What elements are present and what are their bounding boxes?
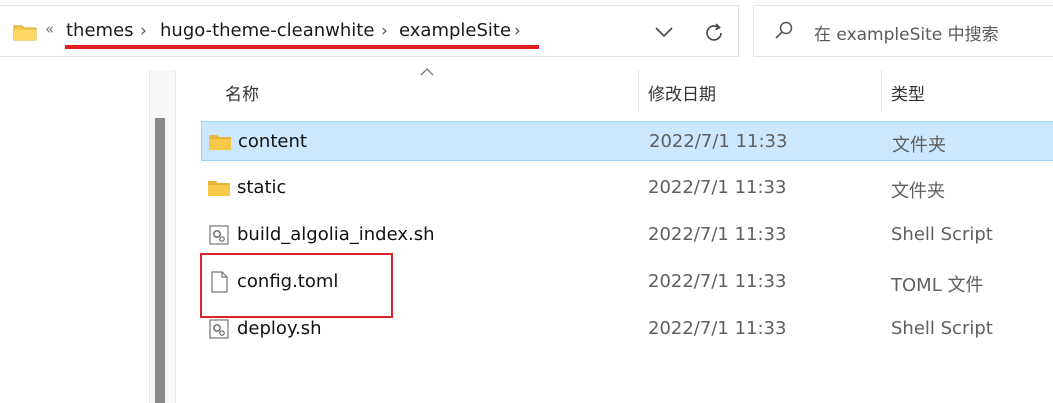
file-row-static[interactable]: static 2022/7/1 11:33 文件夹 <box>201 168 1053 208</box>
search-box[interactable]: 在 exampleSite 中搜索 <box>753 5 1053 57</box>
scrollbar-thumb[interactable] <box>155 118 165 403</box>
breadcrumb-separator-icon[interactable]: › <box>140 19 147 43</box>
breadcrumb-separator-icon[interactable]: › <box>381 19 388 43</box>
search-input[interactable]: 在 exampleSite 中搜索 <box>814 20 999 45</box>
breadcrumb-themes[interactable]: themes <box>66 19 134 43</box>
refresh-icon[interactable] <box>702 21 726 45</box>
document-file-icon <box>211 271 228 293</box>
breadcrumb-examplesite[interactable]: exampleSite <box>399 19 511 43</box>
file-row-build-algolia-index[interactable]: build_algolia_index.sh 2022/7/1 11:33 Sh… <box>201 215 1053 255</box>
script-file-icon <box>209 319 229 339</box>
file-row-content[interactable]: content 2022/7/1 11:33 文件夹 <box>201 121 1053 161</box>
folder-icon <box>209 135 231 150</box>
script-file-icon <box>209 225 229 245</box>
navigation-pane[interactable] <box>0 70 150 403</box>
overflow-chevron-icon[interactable]: « <box>45 20 54 38</box>
column-header-type[interactable]: 类型 <box>891 80 925 105</box>
breadcrumb-hugo-theme-cleanwhite[interactable]: hugo-theme-cleanwhite <box>160 19 374 43</box>
breadcrumb-annotation-underline <box>65 45 539 49</box>
file-type: Shell Script <box>891 318 993 339</box>
file-name: build_algolia_index.sh <box>237 224 435 245</box>
file-date: 2022/7/1 11:33 <box>648 271 787 292</box>
file-row-config-toml[interactable]: config.toml 2022/7/1 11:33 TOML 文件 <box>201 262 1053 302</box>
column-header-name[interactable]: 名称 <box>225 80 259 105</box>
search-icon <box>775 21 793 39</box>
column-divider[interactable] <box>881 70 882 112</box>
file-name: config.toml <box>237 271 339 292</box>
breadcrumb-separator-icon[interactable]: › <box>514 19 521 43</box>
file-name: deploy.sh <box>237 318 322 339</box>
address-bar[interactable]: « themes › hugo-theme-cleanwhite › examp… <box>0 5 739 57</box>
file-type: 文件夹 <box>892 135 946 156</box>
file-date: 2022/7/1 11:33 <box>649 131 788 152</box>
folder-icon <box>208 181 230 196</box>
file-date: 2022/7/1 11:33 <box>648 224 787 245</box>
sort-ascending-icon <box>420 68 434 76</box>
file-date: 2022/7/1 11:33 <box>648 318 787 339</box>
file-type: TOML 文件 <box>891 275 984 296</box>
column-header-date[interactable]: 修改日期 <box>648 80 716 105</box>
column-divider[interactable] <box>638 70 639 112</box>
file-name: content <box>238 131 307 152</box>
chevron-down-icon[interactable] <box>652 22 676 42</box>
folder-icon <box>13 25 37 41</box>
file-row-deploy[interactable]: deploy.sh 2022/7/1 11:33 Shell Script <box>201 309 1053 349</box>
file-type: Shell Script <box>891 224 993 245</box>
file-explorer-window: « themes › hugo-theme-cleanwhite › examp… <box>0 0 1053 403</box>
file-type: 文件夹 <box>891 181 945 202</box>
file-name: static <box>237 177 287 198</box>
file-date: 2022/7/1 11:33 <box>648 177 787 198</box>
